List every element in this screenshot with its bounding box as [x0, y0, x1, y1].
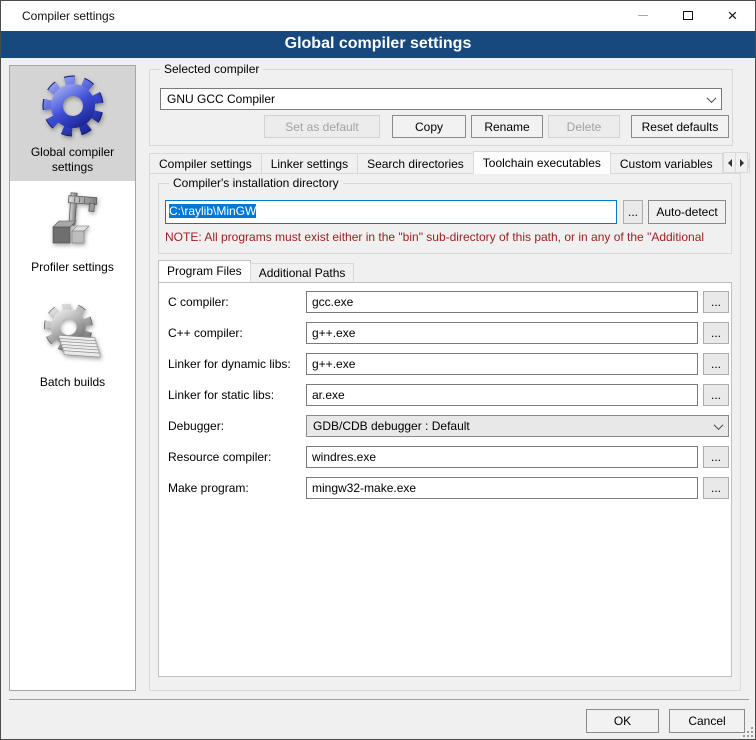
auto-detect-button[interactable]: Auto-detect [648, 200, 726, 224]
cancel-button[interactable]: Cancel [669, 709, 745, 733]
compiler-select[interactable]: GNU GCC Compiler [160, 88, 722, 110]
c-compiler-label: C compiler: [168, 295, 229, 309]
copy-button[interactable]: Copy [392, 115, 466, 138]
c-compiler-browse-button[interactable]: ... [703, 291, 729, 313]
maximize-icon [683, 11, 693, 20]
sidebar-item-label: Profiler settings [10, 260, 135, 275]
tab-linker-settings[interactable]: Linker settings [261, 153, 358, 174]
tab-program-files[interactable]: Program Files [158, 260, 251, 282]
sidebar-item-label: Batch builds [10, 375, 135, 390]
static-linker-label: Linker for static libs: [168, 388, 274, 402]
gray-gear-stack-icon [41, 304, 105, 368]
selected-compiler-legend: Selected compiler [160, 62, 263, 76]
cpp-compiler-label: C++ compiler: [168, 326, 243, 340]
sidebar-item-global-compiler-settings[interactable]: Global compiler settings [10, 66, 135, 181]
chevron-down-icon [714, 420, 724, 430]
settings-category-sidebar: Global compiler settings [9, 65, 136, 691]
ok-button[interactable]: OK [586, 709, 659, 733]
settings-tabbar: Compiler settings Linker settings Search… [149, 151, 749, 174]
page-title: Global compiler settings [1, 31, 755, 58]
field-row-c-compiler: C compiler: ... [159, 291, 731, 322]
c-compiler-input[interactable] [306, 291, 698, 313]
dynamic-linker-browse-button[interactable]: ... [703, 353, 729, 375]
installation-dir-browse-button[interactable]: ... [623, 200, 643, 224]
sidebar-item-profiler-settings[interactable]: Profiler settings [10, 181, 135, 296]
tab-scroll-right-button[interactable] [735, 152, 748, 173]
field-row-debugger: Debugger: GDB/CDB debugger : Default [159, 415, 731, 446]
caliper-icon [41, 189, 105, 253]
toolchain-executables-page: Compiler's installation directory C:\ray… [149, 173, 741, 691]
tab-additional-paths[interactable]: Additional Paths [250, 263, 355, 282]
tab-search-directories[interactable]: Search directories [357, 153, 474, 174]
make-program-input[interactable] [306, 477, 698, 499]
program-files-panel: C compiler: ... C++ compiler: ... Linker… [158, 282, 732, 677]
dynamic-linker-label: Linker for dynamic libs: [168, 357, 291, 371]
close-button[interactable]: × [710, 1, 755, 30]
sidebar-item-batch-builds[interactable]: Batch builds [10, 296, 135, 411]
installation-dir-input[interactable]: C:\raylib\MinGW [165, 200, 617, 224]
arrow-left-icon [728, 159, 732, 167]
field-row-dynamic-linker: Linker for dynamic libs: ... [159, 353, 731, 384]
installation-dir-group: Compiler's installation directory C:\ray… [158, 183, 732, 254]
static-linker-browse-button[interactable]: ... [703, 384, 729, 406]
rename-button[interactable]: Rename [471, 115, 543, 138]
resource-compiler-browse-button[interactable]: ... [703, 446, 729, 468]
maximize-button[interactable] [665, 1, 710, 30]
field-row-static-linker: Linker for static libs: ... [159, 384, 731, 415]
make-program-label: Make program: [168, 481, 249, 495]
debugger-select[interactable]: GDB/CDB debugger : Default [306, 415, 729, 437]
tab-custom-variables[interactable]: Custom variables [610, 153, 723, 174]
tab-toolchain-executables[interactable]: Toolchain executables [473, 151, 611, 174]
minimize-button[interactable] [620, 1, 665, 30]
installation-dir-selected-text: C:\raylib\MinGW [169, 204, 256, 218]
reset-defaults-button[interactable]: Reset defaults [631, 115, 729, 138]
footer-divider [9, 699, 749, 700]
debugger-select-value: GDB/CDB debugger : Default [313, 419, 715, 433]
dynamic-linker-input[interactable] [306, 353, 698, 375]
delete-button[interactable]: Delete [548, 115, 620, 138]
set-as-default-button[interactable]: Set as default [264, 115, 380, 138]
resource-compiler-label: Resource compiler: [168, 450, 271, 464]
cpp-compiler-input[interactable] [306, 322, 698, 344]
compiler-settings-dialog: Compiler settings × Global compiler sett… [0, 0, 756, 740]
static-linker-input[interactable] [306, 384, 698, 406]
make-program-browse-button[interactable]: ... [703, 477, 729, 499]
compiler-select-value: GNU GCC Compiler [167, 92, 708, 106]
window-title: Compiler settings [22, 9, 115, 23]
field-row-cpp-compiler: C++ compiler: ... [159, 322, 731, 353]
titlebar: Compiler settings × [1, 1, 755, 31]
blue-gear-icon [41, 74, 105, 138]
chevron-down-icon [707, 93, 717, 103]
debugger-label: Debugger: [168, 419, 224, 433]
field-row-make-program: Make program: ... [159, 477, 731, 508]
program-files-tabbar: Program Files Additional Paths [158, 260, 353, 282]
installation-dir-legend: Compiler's installation directory [169, 176, 343, 190]
minimize-icon [638, 15, 648, 16]
resource-compiler-input[interactable] [306, 446, 698, 468]
cpp-compiler-browse-button[interactable]: ... [703, 322, 729, 344]
sidebar-item-label: Global compiler settings [10, 145, 135, 175]
resize-grip[interactable] [741, 725, 753, 737]
bin-subdirectory-note: NOTE: All programs must exist either in … [165, 230, 727, 244]
compiler-actions-row: Set as default Copy Rename Delete Reset … [149, 115, 733, 138]
arrow-right-icon [740, 159, 744, 167]
field-row-resource-compiler: Resource compiler: ... [159, 446, 731, 477]
close-icon: × [728, 7, 738, 24]
tab-compiler-settings[interactable]: Compiler settings [149, 153, 262, 174]
